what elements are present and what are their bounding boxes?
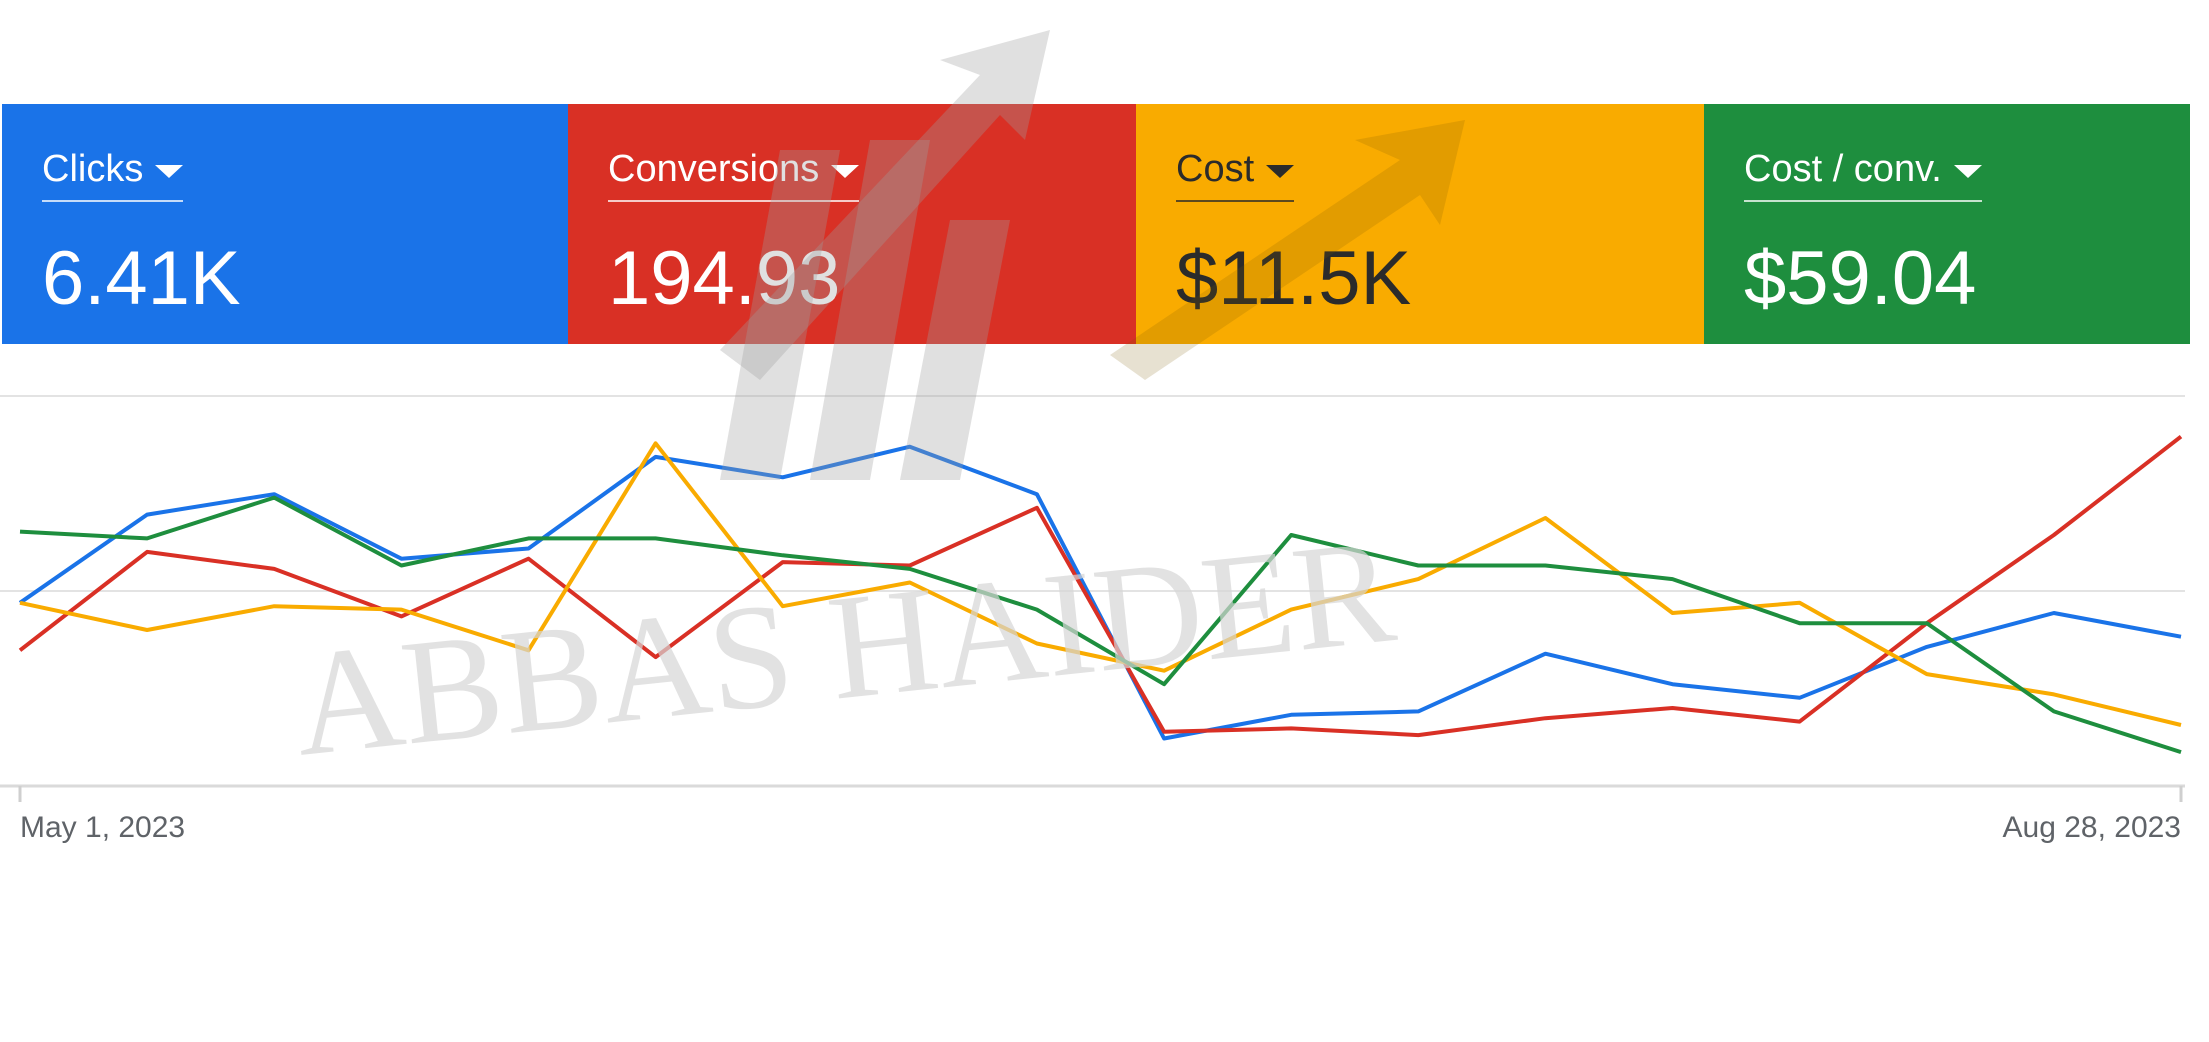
dropdown-caret-icon <box>155 164 184 178</box>
metric-label-cost-per-conversion[interactable]: Cost / conv. <box>1744 150 1982 202</box>
series-line-cost <box>19 441 2182 727</box>
metric-card-cost[interactable]: Cost $11.5K <box>1136 104 1704 344</box>
performance-line-chart: May 1, 2023 Aug 28, 2023 <box>0 395 2185 844</box>
metric-label-text: Cost <box>1176 148 1255 190</box>
dropdown-caret-icon <box>1953 164 1982 178</box>
metric-label-text: Cost / conv. <box>1744 148 1942 190</box>
metric-label-cost[interactable]: Cost <box>1176 148 1295 202</box>
metric-card-clicks[interactable]: Clicks 6.41K <box>2 104 568 344</box>
metric-value-clicks: 6.41K <box>42 236 241 321</box>
metric-value-cost-per-conversion: $59.04 <box>1744 236 1977 321</box>
metric-label-conversions[interactable]: Conversions <box>608 148 860 202</box>
x-axis-label-start: May 1, 2023 <box>20 811 185 844</box>
metric-card-conversions[interactable]: Conversions 194.93 <box>568 104 1136 344</box>
dropdown-caret-icon <box>831 164 860 178</box>
metric-label-clicks[interactable]: Clicks <box>42 148 184 202</box>
chart-series <box>18 435 2183 755</box>
series-line-conversions <box>18 435 2183 738</box>
dropdown-caret-icon <box>1266 164 1295 178</box>
series-line-cost-conv <box>19 495 2182 755</box>
metric-label-text: Conversions <box>608 148 820 190</box>
metric-card-cost-per-conversion[interactable]: Cost / conv. $59.04 <box>1704 104 2190 344</box>
metric-label-text: Clicks <box>42 148 144 190</box>
x-axis-label-end: Aug 28, 2023 <box>2003 811 2182 844</box>
metric-cards: Clicks 6.41K Conversions 194.93 Cost $11… <box>2 104 2190 344</box>
metric-value-cost: $11.5K <box>1176 236 1412 321</box>
metric-value-conversions: 194.93 <box>608 236 841 321</box>
series-line-clicks <box>18 444 2182 741</box>
